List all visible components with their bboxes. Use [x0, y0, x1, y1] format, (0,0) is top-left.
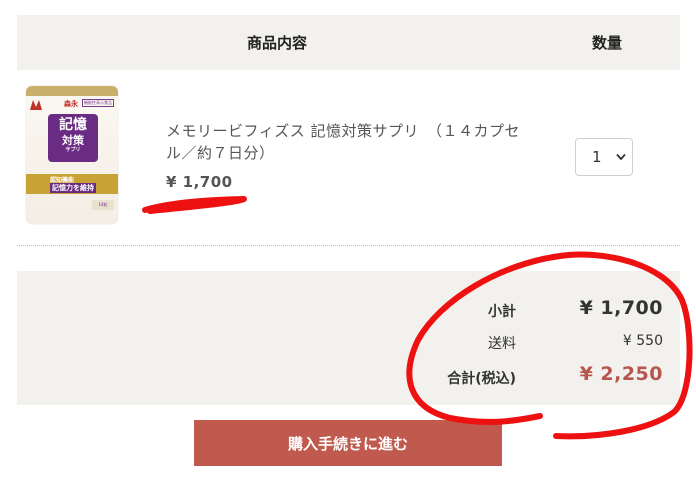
cart-table-header: 商品内容 数量: [17, 15, 680, 70]
quantity-select[interactable]: 1: [575, 138, 633, 176]
proceed-to-checkout-button[interactable]: 購入手続きに進む: [194, 420, 502, 466]
shipping-value: ¥ 550: [622, 333, 663, 349]
price-underline-annotation: [142, 196, 247, 214]
package-title: 記憶 対策 サプリ: [48, 114, 98, 162]
package-pill-label: 14粒: [92, 200, 114, 210]
chevron-down-icon: [616, 153, 626, 161]
product-price: ¥ 1,700: [166, 173, 233, 191]
package-note: 機能性表示食品: [82, 99, 114, 107]
product-name-link[interactable]: メモリービフィズス 記憶対策サプリ （１４カプセル／約７日分）: [166, 120, 526, 164]
product-column-header: 商品内容: [246, 34, 307, 52]
total-label: 合計(税込): [447, 371, 516, 387]
order-summary: 小計 ¥ 1,700 送料 ¥ 550 合計(税込) ¥ 2,250: [17, 271, 680, 405]
shipping-label: 送料: [488, 336, 516, 352]
package-band: 認知機能 記憶力を維持: [26, 174, 118, 194]
subtotal-value: ¥ 1,700: [579, 297, 663, 319]
brand-logo-icon: [30, 100, 42, 110]
quantity-column-header: 数量: [591, 34, 622, 52]
product-image[interactable]: 森永 機能性表示食品 記憶 対策 サプリ 認知機能 記憶力を維持 14粒: [26, 86, 118, 224]
package-top-band: [26, 86, 118, 96]
package-title-line2: 対策: [62, 134, 84, 147]
item-divider: [17, 245, 680, 246]
package-brand: 森永: [64, 100, 78, 108]
total-value: ¥ 2,250: [579, 363, 663, 385]
hand-drawn-annotations: [142, 196, 693, 440]
package-title-line3: サプリ: [65, 147, 81, 153]
quantity-value: 1: [592, 148, 602, 166]
package-title-line1: 記憶: [59, 117, 87, 133]
subtotal-label: 小計: [488, 304, 516, 320]
package-band-text2: 記憶力を維持: [50, 183, 96, 193]
